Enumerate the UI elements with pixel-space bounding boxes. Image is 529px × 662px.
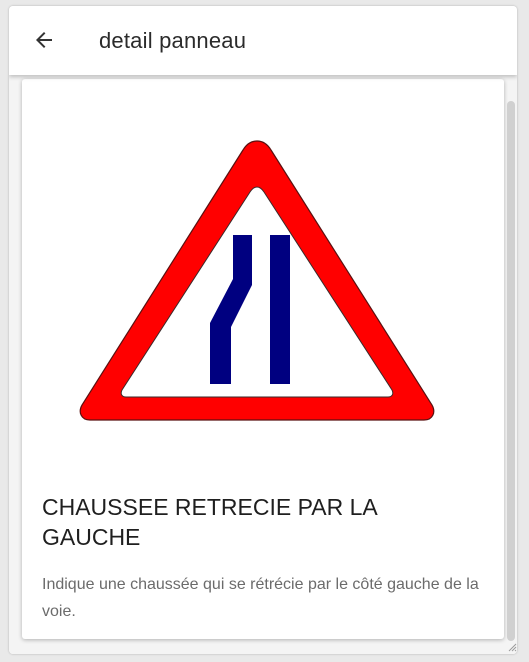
content-area: CHAUSSEE RETRECIE PAR LA GAUCHE Indique …: [9, 75, 517, 654]
app-frame: detail panneau CHAUSSEE RETRECIE PAR LA …: [0, 0, 529, 662]
back-button[interactable]: [27, 23, 61, 57]
app-window: detail panneau CHAUSSEE RETRECIE PAR LA …: [9, 6, 517, 654]
sign-card: CHAUSSEE RETRECIE PAR LA GAUCHE Indique …: [22, 79, 504, 639]
page-title: detail panneau: [99, 28, 247, 53]
arrow-left-icon: [36, 32, 52, 48]
scrollbar[interactable]: [507, 101, 515, 641]
sign-description: Indique une chaussée qui se rétrécie par…: [42, 576, 479, 620]
road-narrows-left-sign: [79, 140, 435, 421]
right-lane-bar: [270, 235, 290, 384]
app-bar: detail panneau: [9, 6, 517, 75]
sign-title: CHAUSSEE RETRECIE PAR LA GAUCHE: [42, 494, 377, 550]
resize-grip-icon[interactable]: [507, 642, 517, 652]
